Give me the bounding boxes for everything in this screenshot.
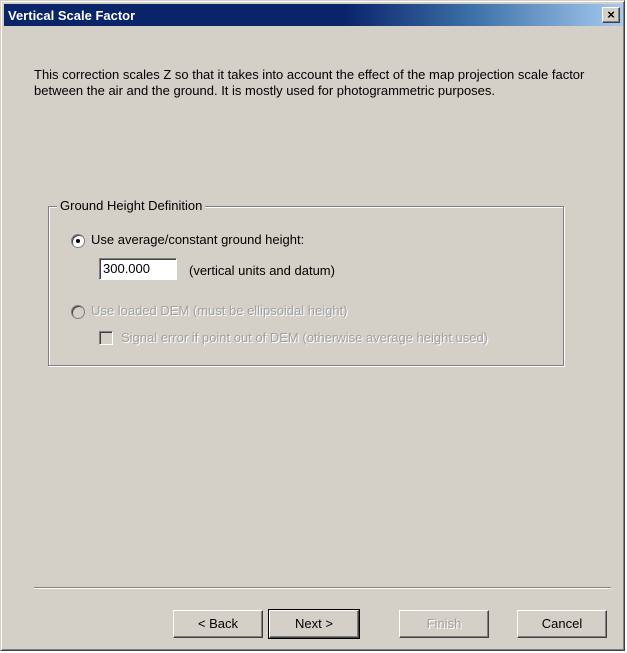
next-button[interactable]: Next >	[268, 609, 360, 639]
loaded-dem-label[interactable]: Use loaded DEM (must be ellipsoidal heig…	[91, 303, 348, 318]
average-height-label[interactable]: Use average/constant ground height:	[91, 232, 304, 247]
title-bar[interactable]: Vertical Scale Factor ×	[4, 4, 623, 26]
back-button[interactable]: < Back	[173, 610, 263, 638]
average-height-radio[interactable]	[71, 234, 85, 248]
groupbox-legend: Ground Height Definition	[57, 198, 206, 213]
dialog-window: Vertical Scale Factor × This correction …	[0, 0, 625, 651]
radio-selected-dot	[76, 239, 80, 243]
ground-height-input[interactable]: 300.000	[99, 258, 177, 280]
dialog-title: Vertical Scale Factor	[8, 8, 136, 23]
footer-separator	[34, 587, 611, 589]
ground-height-groupbox: Ground Height Definition Use average/con…	[48, 198, 564, 366]
cancel-button[interactable]: Cancel	[517, 610, 607, 638]
signal-error-label[interactable]: Signal error if point out of DEM (otherw…	[121, 330, 488, 345]
close-icon: ×	[607, 7, 615, 22]
loaded-dem-radio[interactable]	[71, 305, 85, 319]
units-label: (vertical units and datum)	[189, 263, 335, 278]
finish-button[interactable]: Finish	[399, 610, 489, 638]
signal-error-checkbox[interactable]	[99, 331, 113, 345]
description-text: This correction scales Z so that it take…	[34, 67, 585, 98]
close-button[interactable]: ×	[602, 7, 620, 23]
